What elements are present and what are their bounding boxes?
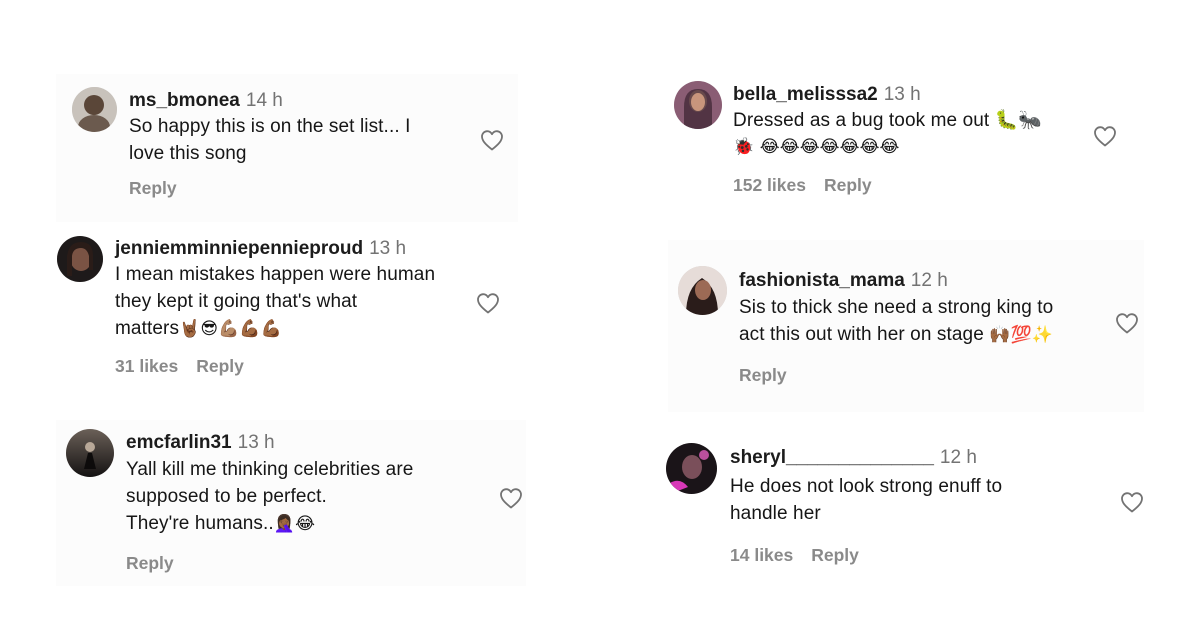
- comment-header: emcfarlin31 13 h: [126, 431, 275, 455]
- timestamp: 12 h: [910, 270, 948, 291]
- username[interactable]: fashionista_mama: [739, 270, 905, 291]
- comment-line-text: They're humans..: [126, 513, 274, 534]
- heart-outline-icon[interactable]: [1093, 125, 1117, 147]
- comment-line: supposed to be perfect.: [126, 486, 327, 507]
- comment-text: I mean mistakes happen were human they k…: [115, 261, 435, 343]
- emoji-group: 🤘🏾😎💪🏽💪🏾💪🏾: [179, 319, 282, 339]
- avatar[interactable]: [666, 443, 717, 494]
- comment-header: bella_melisssa2 13 h: [733, 83, 921, 107]
- comment-line: matters🤘🏾😎💪🏽💪🏾💪🏾: [115, 315, 435, 343]
- comment-line: they kept it going that's what: [115, 291, 358, 312]
- likes-count[interactable]: 152 likes: [733, 175, 806, 195]
- comment-line-text: matters: [115, 318, 180, 339]
- comment-text: Dressed as a bug took me out 🐛🐜 🐞 😂😂😂😂😂😂…: [733, 107, 1042, 161]
- comment-header: sheryl______________ 12 h: [730, 446, 977, 470]
- reply-button[interactable]: Reply: [129, 178, 177, 198]
- comment-line: Dressed as a bug took me out 🐛🐜: [733, 110, 1043, 131]
- comment-meta: 152 likes Reply: [733, 175, 872, 196]
- comment-line: handle her: [730, 503, 821, 524]
- comment-line: Sis to thick she need a strong king to: [739, 297, 1054, 318]
- avatar[interactable]: [674, 81, 722, 129]
- comments-canvas: ms_bmonea 14 h So happy this is on the se…: [0, 0, 1200, 628]
- avatar[interactable]: [72, 87, 117, 132]
- comment-meta: Reply: [126, 553, 174, 574]
- likes-count[interactable]: 31 likes: [115, 356, 178, 376]
- avatar[interactable]: [66, 429, 114, 477]
- comment-line: 🐞 😂😂😂😂😂😂😂: [733, 137, 900, 157]
- comment-meta: Reply: [739, 365, 787, 386]
- reply-button[interactable]: Reply: [739, 365, 787, 385]
- comment-meta: 14 likes Reply: [730, 545, 859, 566]
- comment-line: I mean mistakes happen were human: [115, 264, 436, 285]
- username[interactable]: jenniemminniepennieproud: [115, 238, 363, 259]
- reply-button[interactable]: Reply: [811, 545, 859, 565]
- timestamp: 13 h: [369, 238, 407, 259]
- emoji-group: 🙌🏾💯✨: [989, 325, 1054, 345]
- reply-button[interactable]: Reply: [196, 356, 244, 376]
- comment-text: Sis to thick she need a strong king to a…: [739, 294, 1053, 349]
- avatar[interactable]: [678, 266, 727, 315]
- username[interactable]: sheryl______________: [730, 447, 934, 468]
- avatar[interactable]: [57, 236, 103, 282]
- timestamp: 13 h: [237, 432, 275, 453]
- reply-button[interactable]: Reply: [126, 553, 174, 573]
- heart-outline-icon[interactable]: [480, 129, 504, 151]
- comment-header: fashionista_mama 12 h: [739, 269, 948, 293]
- comment-header: jenniemminniepennieproud 13 h: [115, 237, 406, 261]
- heart-outline-icon[interactable]: [1120, 491, 1144, 513]
- heart-outline-icon[interactable]: [499, 487, 523, 509]
- timestamp: 13 h: [883, 84, 921, 105]
- comment-text: Yall kill me thinking celebrities are su…: [126, 456, 413, 538]
- comment-meta: Reply: [129, 178, 177, 199]
- username[interactable]: emcfarlin31: [126, 432, 232, 453]
- heart-outline-icon[interactable]: [1115, 312, 1139, 334]
- emoji-group: 🤦🏾‍♀️😂: [273, 514, 316, 534]
- comment-line: He does not look strong enuff to: [730, 476, 1003, 497]
- comment-header: ms_bmonea 14 h: [129, 89, 283, 113]
- comment-line: They're humans..🤦🏾‍♀️😂: [126, 510, 413, 538]
- username[interactable]: ms_bmonea: [129, 90, 240, 111]
- comment-line: So happy this is on the set list... I: [129, 116, 411, 137]
- comment-line-text: act this out with her on stage: [739, 324, 984, 345]
- comment-line: Yall kill me thinking celebrities are: [126, 459, 414, 480]
- comment-line: love this song: [129, 143, 247, 164]
- comment-line: act this out with her on stage 🙌🏾💯✨: [739, 321, 1053, 349]
- reply-button[interactable]: Reply: [824, 175, 872, 195]
- comment-text: He does not look strong enuff to handle …: [730, 473, 1002, 527]
- timestamp: 14 h: [245, 90, 283, 111]
- comment-meta: 31 likes Reply: [115, 356, 244, 377]
- likes-count[interactable]: 14 likes: [730, 545, 793, 565]
- username[interactable]: bella_melisssa2: [733, 84, 878, 105]
- comment-text: So happy this is on the set list... I lo…: [129, 113, 410, 167]
- timestamp: 12 h: [939, 447, 977, 468]
- heart-outline-icon[interactable]: [476, 292, 500, 314]
